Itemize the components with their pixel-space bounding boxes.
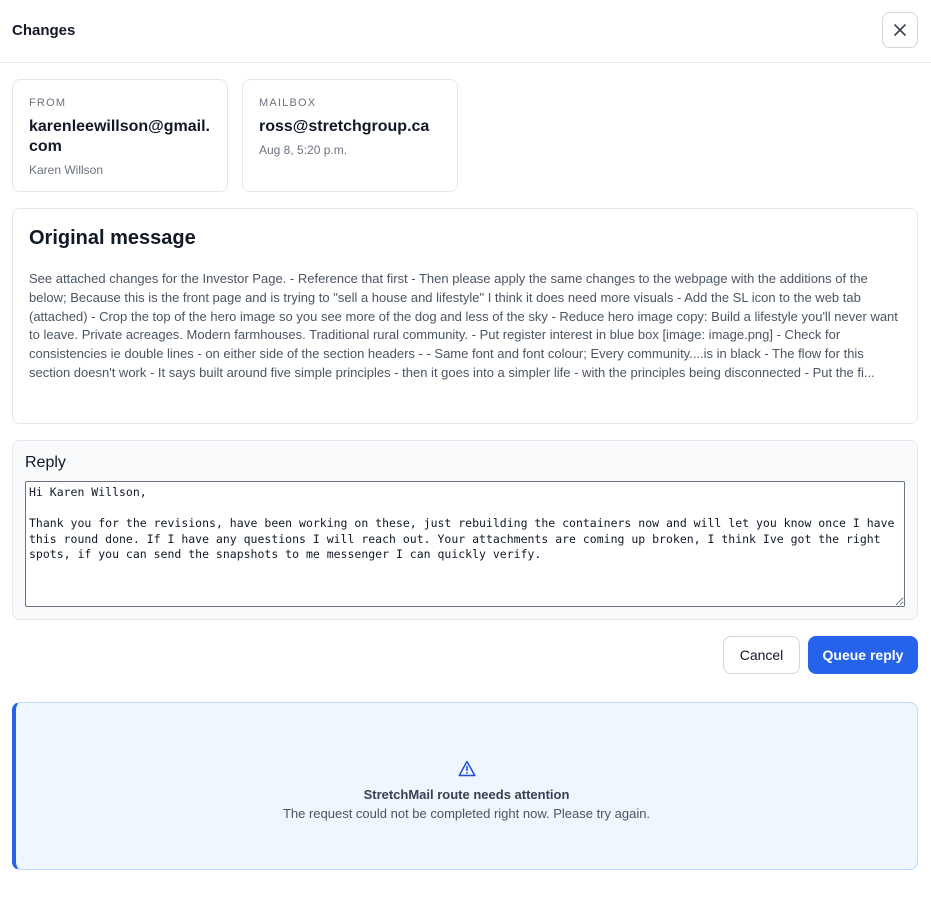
original-message-body: See attached changes for the Investor Pa… [29,271,898,380]
from-card: FROM karenleewillson@gmail.com Karen Wil… [12,79,228,192]
from-name: Karen Willson [29,163,104,177]
mailbox-date: Aug 8, 5:20 p.m. [259,143,348,157]
dialog-header: Changes [0,0,931,63]
mailbox-label: MAILBOX [259,97,317,109]
original-message-card: Original message See attached changes fo… [12,208,918,424]
mailbox-email: ross@stretchgroup.ca [259,118,430,135]
mailbox-card: MAILBOX ross@stretchgroup.ca Aug 8, 5:20… [242,79,458,192]
error-alert: StretchMail route needs attention The re… [12,702,918,870]
warning-icon [457,760,476,776]
queue-reply-button[interactable]: Queue reply [808,636,918,674]
from-label: FROM [29,97,67,109]
close-button[interactable] [882,12,918,48]
from-email: karenleewillson@gmail.com [29,118,210,155]
dialog-title: Changes [12,22,76,39]
reply-textarea[interactable] [25,481,905,607]
alert-title: StretchMail route needs attention [363,786,570,802]
close-icon [894,24,906,36]
cancel-button[interactable]: Cancel [723,636,800,674]
alert-message: The request could not be completed right… [282,805,651,821]
original-message-title: Original message [29,227,196,249]
reply-label: Reply [25,454,66,471]
reply-section: Reply [12,440,918,620]
